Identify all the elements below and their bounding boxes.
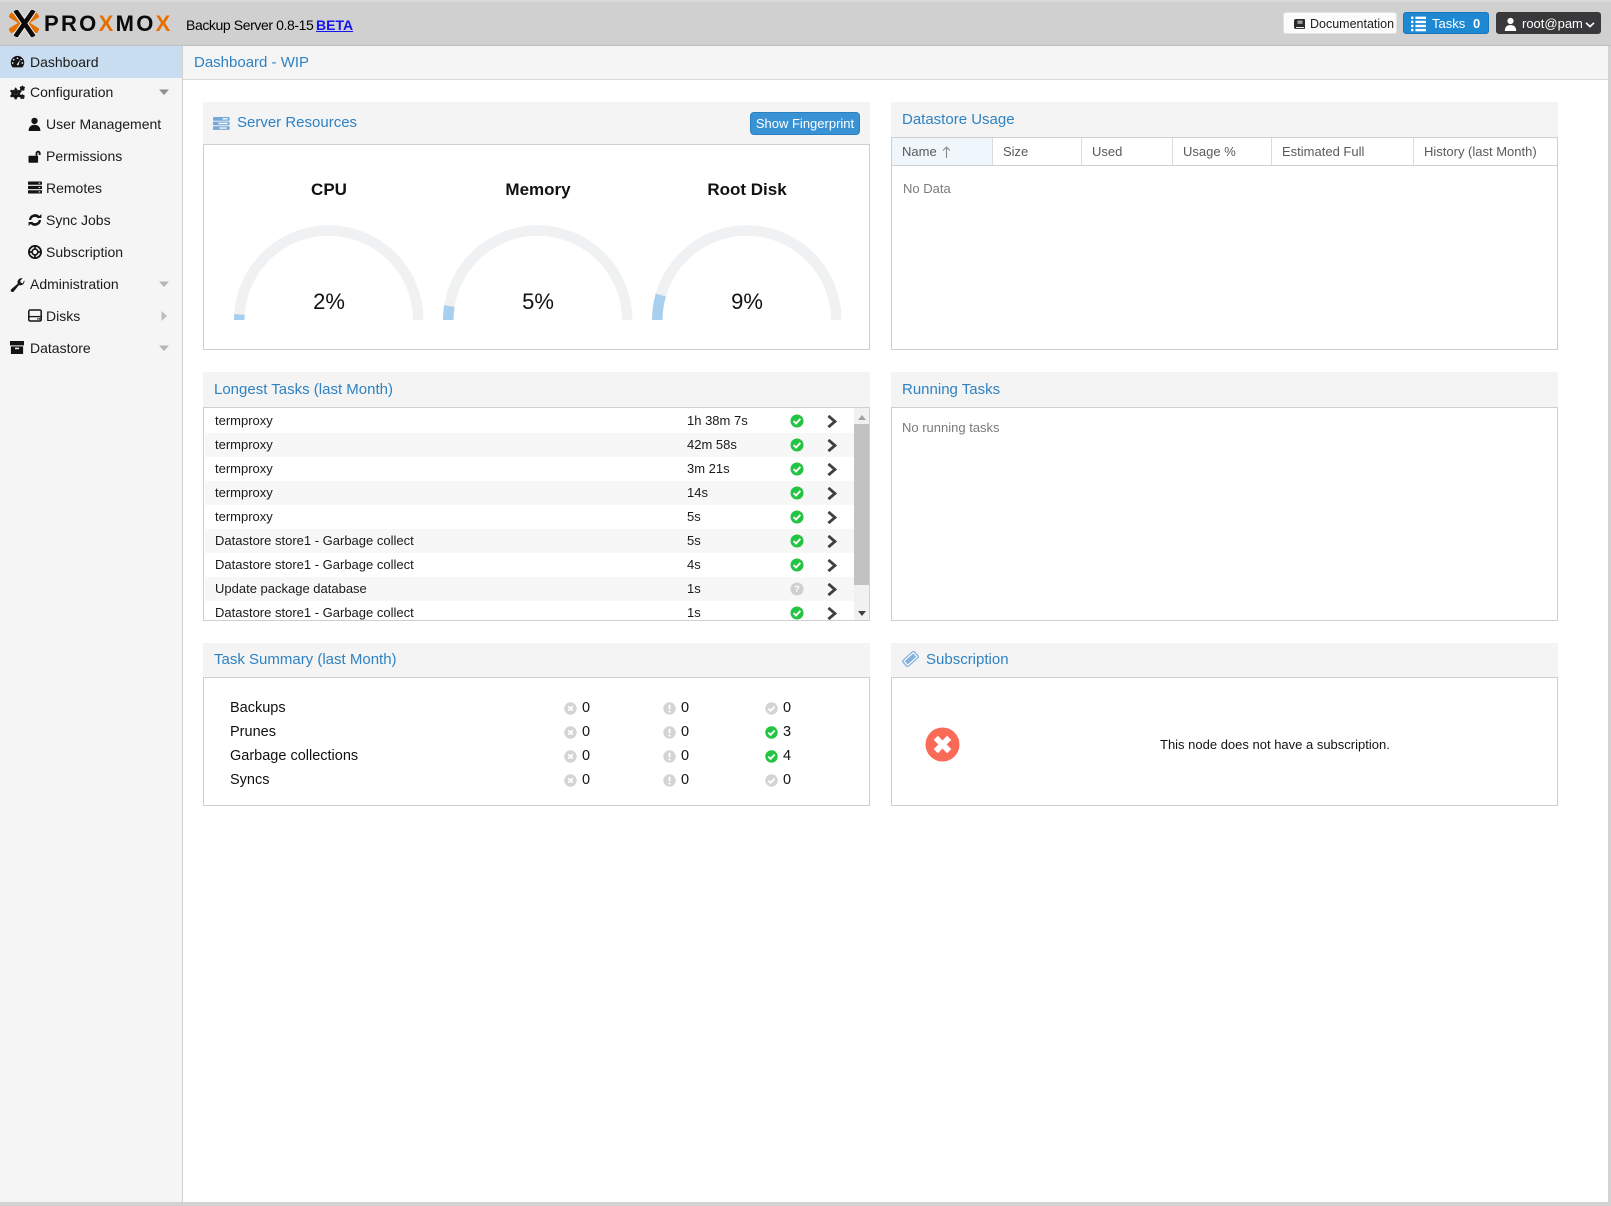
svg-text:?: ? — [794, 584, 800, 594]
